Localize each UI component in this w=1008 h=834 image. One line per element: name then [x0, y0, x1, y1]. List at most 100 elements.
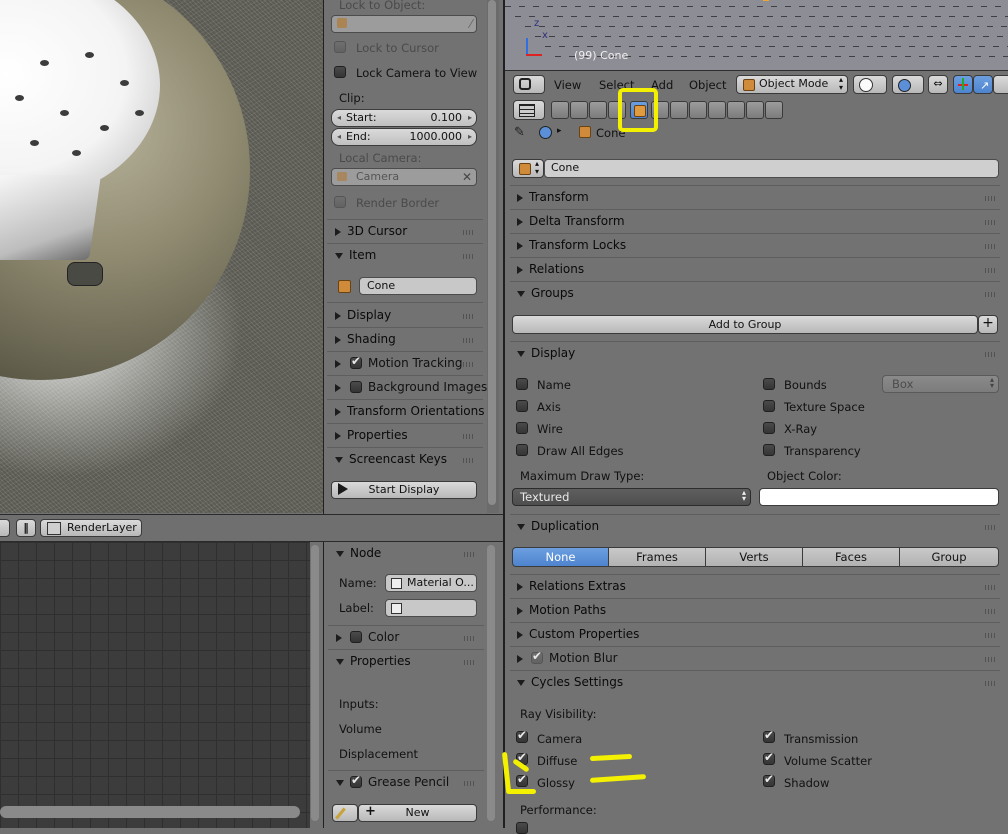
- render-viewport[interactable]: [0, 0, 323, 513]
- add-to-group-button[interactable]: Add to Group: [512, 315, 978, 334]
- cycles-settings-panel-header[interactable]: Cycles Settings: [517, 671, 623, 693]
- menu-object[interactable]: Object: [689, 78, 726, 92]
- translate-arrow-icon[interactable]: ↗: [973, 75, 993, 94]
- custom-properties-panel-header[interactable]: Custom Properties: [517, 623, 639, 645]
- relations-extras-panel-header[interactable]: Relations Extras: [517, 575, 626, 597]
- clip-start-field[interactable]: ◂ Start: 0.100 ▸: [331, 109, 477, 127]
- display-axis-checkbox[interactable]: [516, 400, 528, 412]
- physics-tab-icon[interactable]: [765, 101, 783, 119]
- clip-end-field[interactable]: ◂ End: 1000.000 ▸: [331, 128, 477, 146]
- start-display-button[interactable]: Start Display: [331, 481, 477, 499]
- node-sidebar-scrollbar[interactable]: [487, 545, 495, 821]
- node-color-checkbox[interactable]: [350, 631, 362, 643]
- relations-panel-header[interactable]: Relations: [517, 258, 584, 280]
- bounds-type-dropdown[interactable]: Box ▴ ▾: [882, 375, 999, 393]
- motion-blur-panel-header[interactable]: [517, 647, 529, 669]
- max-draw-type-dropdown[interactable]: Textured ▴ ▾: [512, 488, 751, 506]
- texture-space-checkbox[interactable]: [763, 400, 775, 412]
- manipulator-icon[interactable]: ⇔: [928, 75, 948, 94]
- transparency-checkbox[interactable]: [763, 444, 775, 456]
- mode-dropdown[interactable]: Object Mode ▴ ▾: [736, 75, 848, 94]
- bounds-checkbox[interactable]: [763, 378, 775, 390]
- shading-dropdown[interactable]: [853, 75, 887, 94]
- npanel-properties-header[interactable]: Properties: [335, 424, 408, 446]
- motion-blur-checkbox[interactable]: [531, 649, 543, 664]
- groups-panel-header[interactable]: Groups: [517, 282, 574, 304]
- duplication-frames-option[interactable]: Frames: [608, 547, 706, 567]
- render-tab-icon[interactable]: [551, 101, 569, 119]
- object-browse-button[interactable]: ▴ ▾: [512, 159, 544, 178]
- node-properties-header[interactable]: Properties: [336, 650, 411, 672]
- background-images-header[interactable]: [335, 376, 347, 398]
- texture-tab-icon[interactable]: [727, 101, 745, 119]
- item-name-field[interactable]: Cone: [359, 277, 477, 295]
- rotate-icon[interactable]: [993, 75, 1008, 94]
- screencast-keys-header[interactable]: Screencast Keys: [335, 448, 447, 470]
- node-editor-vscroll[interactable]: [311, 545, 319, 821]
- editor-type-button[interactable]: [513, 75, 545, 94]
- motion-tracking-checkbox[interactable]: [350, 354, 362, 369]
- display-wire-checkbox[interactable]: [516, 422, 528, 434]
- eyedropper-icon[interactable]: ⁄: [470, 16, 472, 32]
- pivot-dropdown[interactable]: [892, 75, 924, 94]
- menu-view[interactable]: View: [554, 78, 581, 92]
- scene-tab-icon[interactable]: [589, 101, 607, 119]
- duplication-panel-header[interactable]: Duplication: [517, 515, 599, 537]
- clear-icon[interactable]: ✕: [462, 169, 472, 185]
- display-name-checkbox[interactable]: [516, 378, 528, 390]
- node-editor-hscroll[interactable]: [0, 806, 300, 818]
- transform-orientations-header[interactable]: Transform Orientations: [335, 400, 485, 422]
- modifiers-wrench-icon[interactable]: [670, 101, 688, 119]
- ray-shadow-checkbox[interactable]: [763, 772, 775, 787]
- ray-transmission-checkbox[interactable]: [763, 728, 775, 743]
- new-group-plus-icon[interactable]: +: [978, 315, 998, 334]
- duplication-faces-option[interactable]: Faces: [802, 547, 900, 567]
- shelf-scrollbar-thumb[interactable]: [488, 0, 496, 505]
- ray-glossy-checkbox[interactable]: [516, 772, 528, 787]
- duplication-group-option[interactable]: Group: [899, 547, 999, 567]
- data-tab-icon[interactable]: [689, 101, 707, 119]
- render-layers-tab-icon[interactable]: [570, 101, 588, 119]
- node-color-header[interactable]: [336, 626, 348, 648]
- performance-checkbox[interactable]: [516, 822, 528, 834]
- shading-header[interactable]: Shading: [335, 328, 396, 350]
- ray-volume-scatter-checkbox[interactable]: [763, 750, 775, 765]
- render-layer-field[interactable]: RenderLayer: [40, 519, 142, 537]
- render-border-checkbox[interactable]: [334, 196, 346, 208]
- ray-camera-checkbox[interactable]: [516, 728, 528, 743]
- motion-tracking-header[interactable]: [335, 352, 347, 374]
- node-name-field[interactable]: Material O...: [385, 574, 477, 592]
- transform-locks-panel-header[interactable]: Transform Locks: [517, 234, 626, 256]
- node-section-header[interactable]: Node: [336, 542, 381, 564]
- motion-paths-panel-header[interactable]: Motion Paths: [517, 599, 606, 621]
- duplication-none-option[interactable]: None: [512, 547, 609, 567]
- grease-pencil-header[interactable]: [336, 771, 350, 793]
- cursor3d-header[interactable]: 3D Cursor: [335, 220, 407, 242]
- item-header[interactable]: Item: [335, 244, 376, 266]
- background-images-checkbox[interactable]: [350, 381, 362, 393]
- local-camera-field[interactable]: Camera ✕: [331, 168, 477, 186]
- lock-to-cursor-checkbox[interactable]: [334, 41, 346, 53]
- pencil-icon[interactable]: [332, 804, 358, 822]
- pin-icon[interactable]: ✎: [514, 125, 525, 140]
- properties-editor-type-button[interactable]: [513, 100, 545, 120]
- lock-object-field[interactable]: ⁄: [331, 15, 477, 33]
- draw-all-edges-checkbox[interactable]: [516, 444, 528, 456]
- top-3d-viewport[interactable]: z x (99) Cone: [505, 0, 1008, 70]
- object-name-field[interactable]: Cone: [544, 159, 999, 178]
- layer-toggle-button[interactable]: [0, 519, 10, 537]
- xray-checkbox[interactable]: [763, 422, 775, 434]
- particles-tab-icon[interactable]: [746, 101, 764, 119]
- material-tab-icon[interactable]: [708, 101, 726, 119]
- duplication-verts-option[interactable]: Verts: [705, 547, 803, 567]
- pause-icon[interactable]: ‖: [16, 519, 36, 537]
- new-grease-pencil-button[interactable]: + New: [358, 804, 477, 822]
- display-panel-header[interactable]: Display: [517, 342, 575, 364]
- node-label-field[interactable]: [385, 599, 477, 617]
- lock-camera-to-view-checkbox[interactable]: [334, 66, 346, 78]
- object-color-swatch[interactable]: [759, 488, 999, 506]
- grease-pencil-checkbox[interactable]: [350, 773, 362, 788]
- transform-panel-header[interactable]: Transform: [517, 186, 589, 208]
- delta-transform-panel-header[interactable]: Delta Transform: [517, 210, 625, 232]
- node-editor-canvas[interactable]: [0, 542, 310, 828]
